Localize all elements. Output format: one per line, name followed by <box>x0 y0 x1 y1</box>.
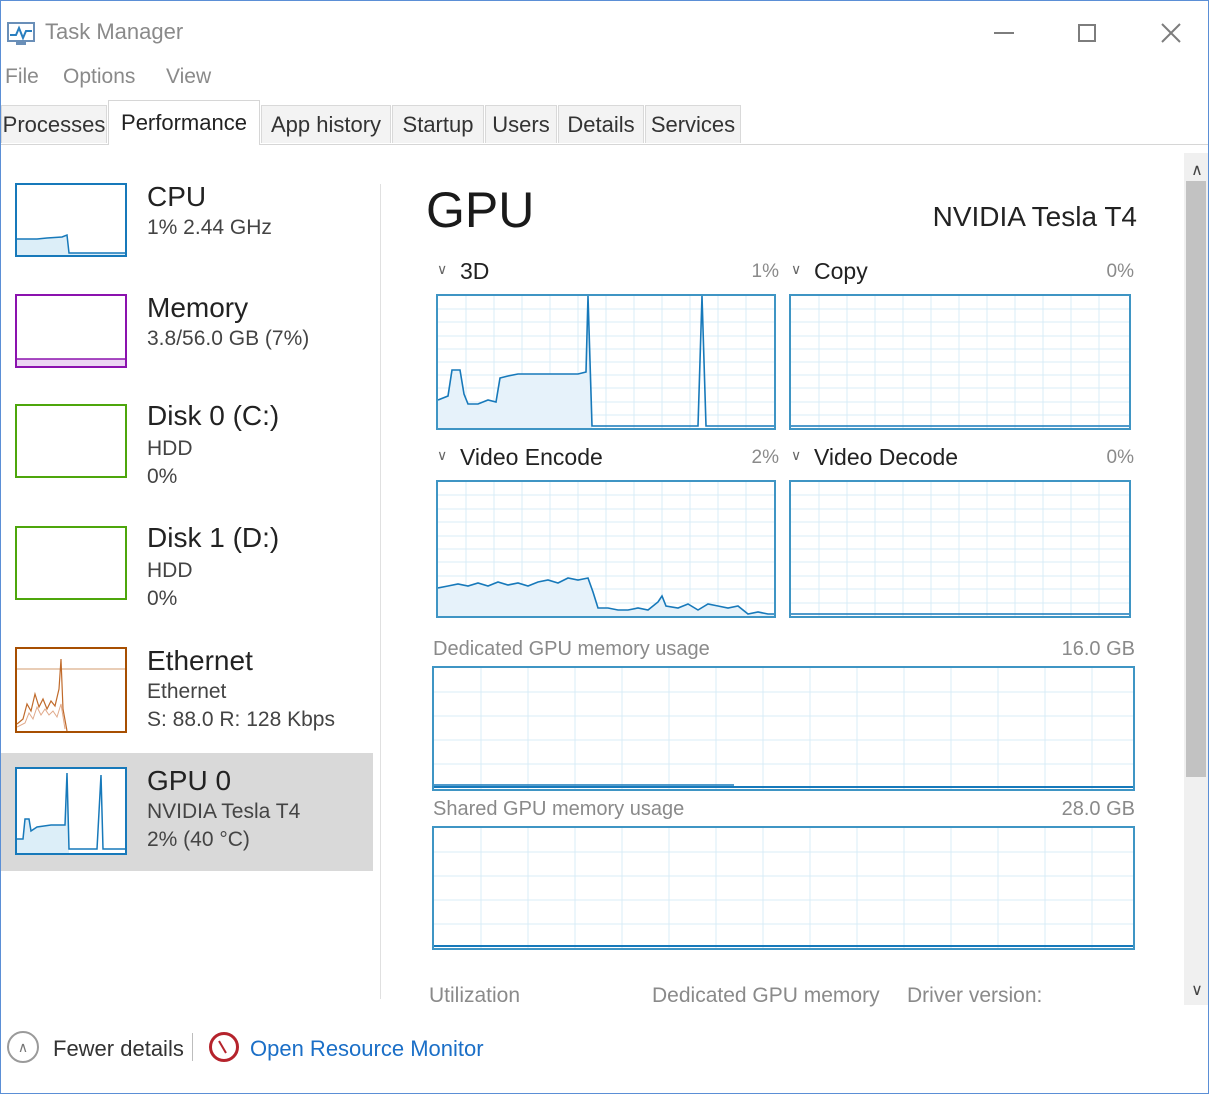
engine-3d-percent: 1% <box>751 261 779 282</box>
dedicated-memory-graph <box>432 666 1135 791</box>
window-title: Task Manager <box>45 19 184 44</box>
tab-services[interactable]: Services <box>645 105 741 143</box>
gauge-needle-icon <box>218 1040 227 1054</box>
scroll-down-icon[interactable]: ∨ <box>1187 979 1207 1001</box>
sidebar-item-disk-1[interactable]: Disk 1 (D:) HDD 0% <box>1 512 373 630</box>
ethernet-thumbnail-graph <box>15 647 127 733</box>
dedicated-memory-stat-label: Dedicated GPU memory <box>652 984 880 1007</box>
dedicated-memory-label: Dedicated GPU memory usage <box>433 638 710 660</box>
sidebar-item-label: Disk 0 (C:) <box>147 400 280 431</box>
sidebar-item-detail: 1% 2.44 GHz <box>147 216 272 239</box>
engine-copy-graph <box>789 294 1131 430</box>
sidebar-item-label: Disk 1 (D:) <box>147 522 280 553</box>
scrollbar-thumb[interactable] <box>1186 181 1206 777</box>
sidebar-item-detail-2: 0% <box>147 587 178 610</box>
sidebar-item-memory[interactable]: Memory 3.8/56.0 GB (7%) <box>1 280 373 398</box>
engine-3d-dropdown-icon[interactable]: ∨ <box>437 261 447 278</box>
engine-copy-label[interactable]: Copy <box>814 258 868 285</box>
maximize-icon <box>1078 24 1096 42</box>
open-resource-monitor-link[interactable]: Open Resource Monitor <box>250 1036 484 1062</box>
sidebar-item-detail-2: S: 88.0 R: 128 Kbps <box>147 708 335 731</box>
disk0-thumbnail-graph <box>15 404 127 478</box>
engine-video-encode-graph <box>436 480 776 618</box>
tab-users[interactable]: Users <box>485 105 557 143</box>
footer-divider <box>192 1033 193 1061</box>
maximize-button[interactable] <box>1067 13 1107 53</box>
tab-performance[interactable]: Performance <box>108 100 260 145</box>
shared-memory-max: 28.0 GB <box>1061 798 1135 820</box>
engine-video-encode-percent: 2% <box>751 447 779 468</box>
sidebar-item-detail: HDD <box>147 559 193 582</box>
sidebar-item-label: Memory <box>147 292 249 323</box>
sidebar-item-detail-2: 0% <box>147 465 178 488</box>
memory-thumbnail-graph <box>15 294 127 368</box>
tab-processes[interactable]: Processes <box>1 105 107 143</box>
minimize-button[interactable] <box>984 13 1024 53</box>
sidebar-item-gpu-0[interactable]: GPU 0 NVIDIA Tesla T4 2% (40 °C) <box>1 753 373 871</box>
minimize-icon <box>994 32 1014 34</box>
sidebar-item-disk-0[interactable]: Disk 0 (C:) HDD 0% <box>1 390 373 508</box>
shared-memory-graph <box>432 826 1135 950</box>
page-title: GPU <box>426 182 535 238</box>
sidebar-item-detail: Ethernet <box>147 680 227 703</box>
cpu-thumbnail-graph <box>15 183 127 257</box>
tab-startup[interactable]: Startup <box>392 105 484 143</box>
utilization-label: Utilization <box>429 984 521 1007</box>
task-manager-icon <box>7 22 35 45</box>
menu-options[interactable]: Options <box>63 65 135 89</box>
sidebar-divider <box>380 184 381 999</box>
fewer-details-icon[interactable]: ∧ <box>7 1031 39 1063</box>
scroll-up-icon[interactable]: ∧ <box>1187 159 1207 181</box>
shared-memory-label: Shared GPU memory usage <box>433 798 685 820</box>
resource-monitor-icon[interactable] <box>209 1032 239 1062</box>
tab-app-history[interactable]: App history <box>261 105 391 143</box>
sidebar-item-label: CPU <box>147 181 207 212</box>
gpu-model-name: NVIDIA Tesla T4 <box>932 201 1137 232</box>
sidebar-item-cpu[interactable]: CPU 1% 2.44 GHz <box>1 169 373 287</box>
sidebar-item-ethernet[interactable]: Ethernet Ethernet S: 88.0 R: 128 Kbps <box>1 633 373 751</box>
sidebar-item-label: GPU 0 <box>147 765 232 796</box>
sidebar-item-detail: HDD <box>147 437 193 460</box>
engine-video-decode-graph <box>789 480 1131 618</box>
engine-video-decode-label[interactable]: Video Decode <box>814 444 958 471</box>
sidebar-item-detail: NVIDIA Tesla T4 <box>147 800 301 823</box>
sidebar-item-label: Ethernet <box>147 645 253 676</box>
disk1-thumbnail-graph <box>15 526 127 600</box>
menu-file[interactable]: File <box>5 65 39 89</box>
sidebar-item-detail-2: 2% (40 °C) <box>147 828 250 851</box>
menu-view[interactable]: View <box>166 65 211 89</box>
fewer-details-button[interactable]: Fewer details <box>53 1036 184 1062</box>
gpu-thumbnail-graph <box>15 767 127 855</box>
close-button[interactable] <box>1151 13 1191 53</box>
close-icon <box>1161 23 1181 43</box>
engine-video-encode-label[interactable]: Video Encode <box>460 444 603 471</box>
engine-copy-dropdown-icon[interactable]: ∨ <box>791 261 801 278</box>
driver-version-label: Driver version: <box>907 984 1043 1007</box>
engine-video-decode-percent: 0% <box>1106 447 1134 468</box>
engine-3d-graph <box>436 294 776 430</box>
engine-copy-percent: 0% <box>1106 261 1134 282</box>
engine-video-encode-dropdown-icon[interactable]: ∨ <box>437 447 447 464</box>
dedicated-memory-max: 16.0 GB <box>1061 638 1135 660</box>
tab-details[interactable]: Details <box>558 105 644 143</box>
task-manager-window: Task Manager File Options View Processes… <box>0 0 1209 1094</box>
sidebar-item-detail: 3.8/56.0 GB (7%) <box>147 327 310 350</box>
engine-3d-label[interactable]: 3D <box>460 258 489 285</box>
engine-video-decode-dropdown-icon[interactable]: ∨ <box>791 447 801 464</box>
